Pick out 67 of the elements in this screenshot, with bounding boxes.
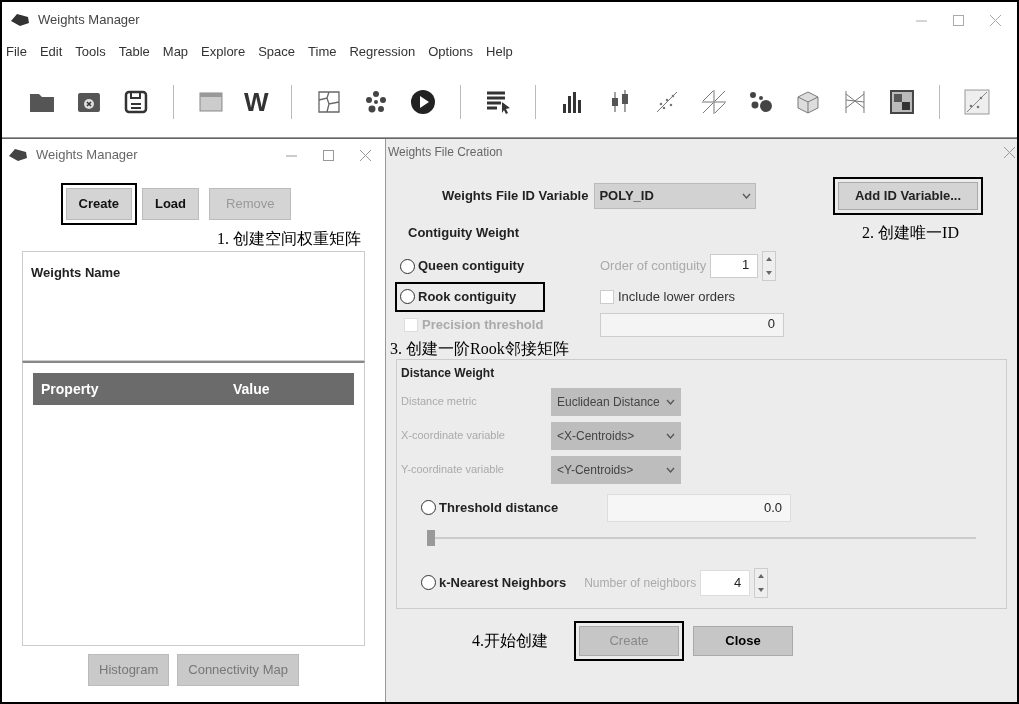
menu-item[interactable]: Time <box>308 42 337 62</box>
add-id-variable-button[interactable]: Add ID Variable... <box>838 182 978 210</box>
app-logo-icon <box>8 148 28 162</box>
maximize-icon[interactable] <box>323 149 334 161</box>
panel-title: Weights Manager <box>36 146 138 165</box>
group-title: Contiguity Weight <box>408 224 519 243</box>
id-variable-dropdown[interactable]: POLY_ID <box>594 183 757 209</box>
heat-map-icon[interactable] <box>888 87 917 116</box>
menu-item[interactable]: Table <box>118 42 150 62</box>
dropdown[interactable]: <X-Centroids> <box>551 421 681 450</box>
radio-button[interactable] <box>400 258 415 274</box>
menu-item[interactable]: Space <box>258 42 296 62</box>
annotation: 2. 创建唯一ID <box>862 223 959 243</box>
menu-item[interactable]: Options <box>428 42 474 62</box>
field-label: Distance metric <box>401 394 478 410</box>
radio-label: Queen contiguity <box>418 257 525 276</box>
annotation: 3. 创建一阶Rook邻接矩阵 <box>390 338 570 359</box>
column-header: Property <box>40 379 100 399</box>
field-label: Weights File ID Variable <box>442 187 589 206</box>
window-title: Weights Manager <box>38 11 140 30</box>
moran-scatter-icon[interactable] <box>963 87 991 116</box>
slider-track[interactable] <box>427 529 976 546</box>
menu-item[interactable]: Help <box>486 42 513 62</box>
dropdown[interactable]: Euclidean Distance <box>551 387 681 416</box>
radio-button[interactable] <box>421 500 436 515</box>
field-label: Number of neighbors <box>584 574 697 592</box>
dialog-title: Weights File Creation <box>388 144 503 161</box>
menu-item[interactable]: Edit <box>39 42 63 62</box>
close-icon[interactable] <box>360 149 371 161</box>
checkbox[interactable] <box>600 289 614 304</box>
dialog-button[interactable]: Close <box>693 625 793 656</box>
column-header: Value <box>233 379 270 399</box>
threshold-field[interactable]: 0.0 <box>607 493 791 522</box>
chevron-down-icon <box>666 432 675 439</box>
radio-label: Rook contiguity <box>418 288 517 306</box>
checkbox-label: Precision threshold <box>422 315 544 334</box>
annotation: 4.开始创建 <box>472 630 548 651</box>
checkbox-label: Include lower orders <box>618 288 736 306</box>
menu-item[interactable]: Explore <box>201 42 246 62</box>
weights-icon[interactable]: W <box>243 88 269 115</box>
chevron-down-icon <box>666 398 675 405</box>
play-icon[interactable] <box>409 87 438 116</box>
menu-item[interactable]: Tools <box>75 42 106 62</box>
panel-button[interactable]: Create <box>65 188 132 220</box>
neighbors-field[interactable]: 4 <box>700 569 751 596</box>
app-logo-icon <box>10 13 30 27</box>
scatter-matrix-icon[interactable] <box>700 87 729 116</box>
dropdown[interactable]: <Y-Centroids> <box>551 455 681 484</box>
spin-buttons[interactable] <box>762 251 777 281</box>
spin-buttons[interactable] <box>754 567 769 598</box>
radio-label: k-Nearest Neighbors <box>439 573 567 592</box>
group-title: Distance Weight <box>401 365 495 380</box>
annotation: 1. 创建空间权重矩阵 <box>217 229 361 249</box>
chevron-down-icon <box>742 193 752 199</box>
radio-button[interactable] <box>400 289 415 305</box>
radio-label: Threshold distance <box>439 498 559 517</box>
field-label: X-coordinate variable <box>401 428 506 444</box>
chevron-down-icon <box>666 466 675 473</box>
menu-item[interactable]: Map <box>162 42 189 62</box>
field-label: Y-coordinate variable <box>401 462 505 478</box>
list-header: Weights Name <box>31 265 121 280</box>
panel-button[interactable]: Load <box>142 188 200 220</box>
menu-item[interactable]: File <box>6 42 27 62</box>
field-label: Order of contiguity <box>600 257 707 276</box>
menu-item[interactable]: Regression <box>349 42 416 62</box>
radio-button[interactable] <box>421 575 436 590</box>
slider-thumb[interactable] <box>427 529 435 546</box>
